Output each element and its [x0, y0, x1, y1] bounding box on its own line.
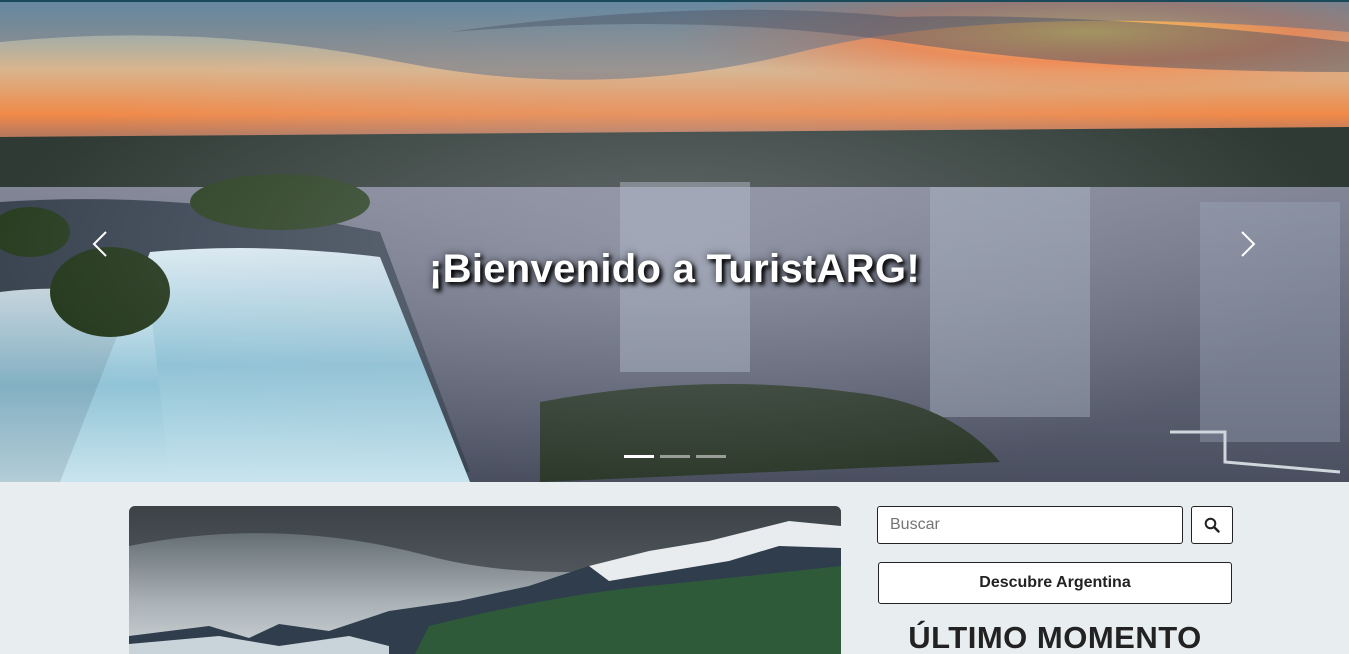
mountain-photo [129, 506, 841, 654]
search-icon [1204, 517, 1220, 533]
discover-argentina-button[interactable]: Descubre Argentina [878, 562, 1232, 604]
carousel-indicator-1[interactable] [624, 455, 654, 458]
hero-title: ¡Bienvenido a TuristARG! [429, 247, 920, 291]
featured-card-image[interactable] [129, 506, 841, 654]
carousel-next-button[interactable] [1228, 224, 1268, 264]
carousel-prev-button[interactable] [82, 224, 122, 264]
hero-image [0, 2, 1349, 482]
search-button[interactable] [1191, 506, 1233, 544]
search-input[interactable] [877, 506, 1183, 544]
carousel-indicator-2[interactable] [660, 455, 690, 458]
chevron-left-icon [92, 231, 107, 257]
carousel-indicators [624, 455, 726, 458]
carousel-indicator-3[interactable] [696, 455, 726, 458]
hero-carousel: ¡Bienvenido a TuristARG! [0, 0, 1349, 482]
chevron-right-icon [1241, 231, 1256, 257]
latest-news-heading: ÚLTIMO MOMENTO [908, 620, 1202, 654]
